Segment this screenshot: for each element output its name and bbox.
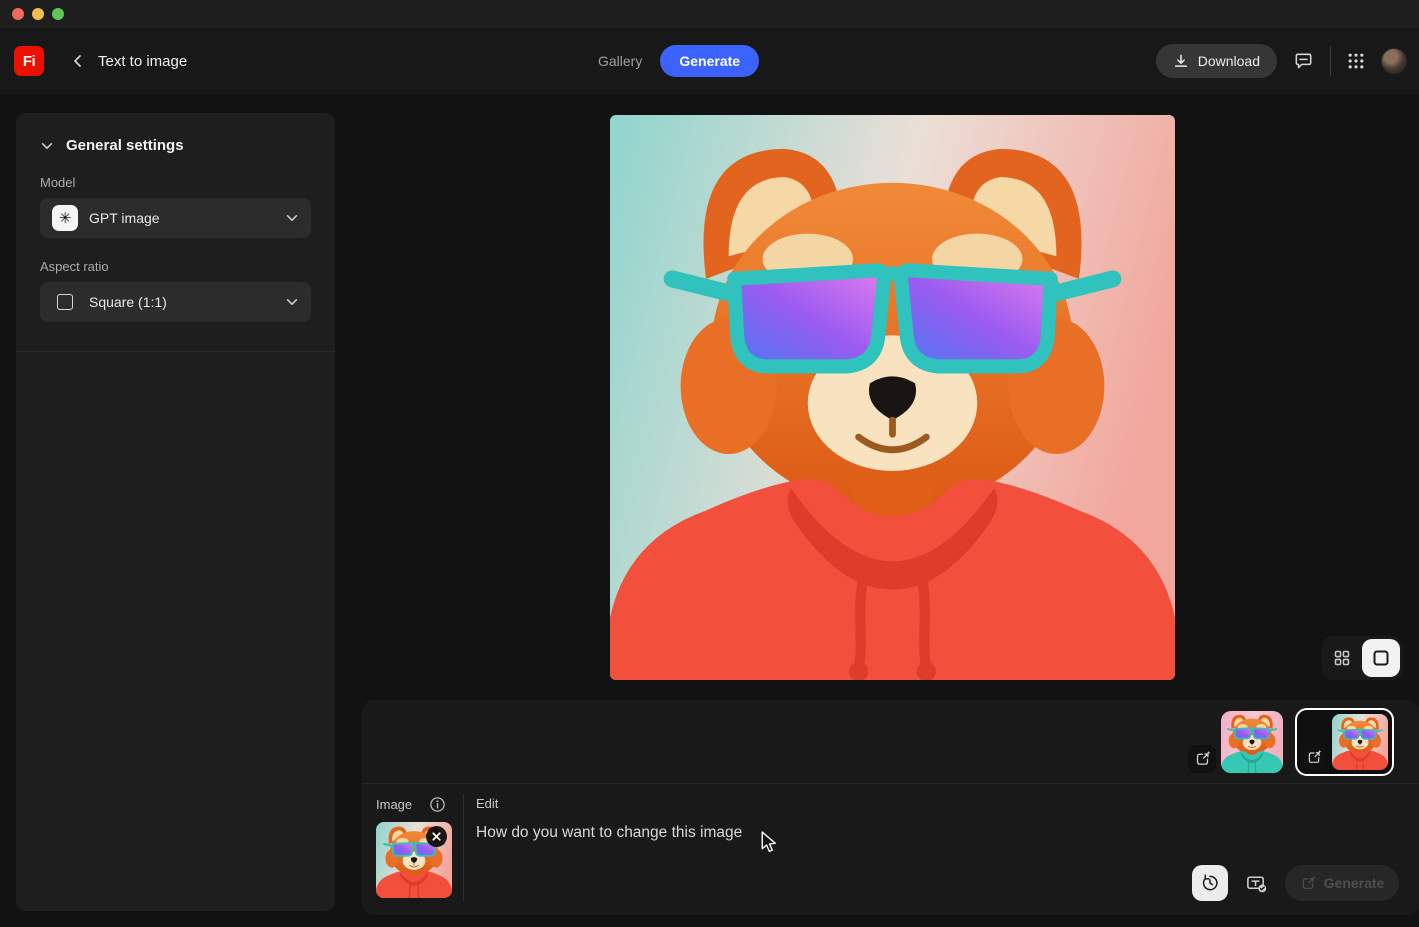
aspect-ratio-select[interactable]: Square (1:1) [40,282,311,322]
variant-thumbnail-1[interactable] [1221,711,1283,773]
speech-bubble-icon [1292,50,1315,73]
tab-gallery[interactable]: Gallery [598,53,642,69]
text-check-icon [1245,872,1268,895]
single-view-icon [1371,648,1391,668]
app-header: Fi Text to image Gallery Generate Downlo… [0,28,1419,94]
page-title: Text to image [98,53,187,70]
header-nav: Gallery Generate [598,28,759,94]
firefly-window: Fi Text to image Gallery Generate Downlo… [0,0,1419,927]
macos-titlebar [0,0,1419,28]
bottom-dock: Image [362,700,1419,915]
remove-image-button[interactable] [426,826,447,847]
minimize-window-button[interactable] [32,8,44,20]
prompt-edit-column: Edit How do you want to change this imag… [476,796,1405,848]
apps-grid-icon [1346,51,1366,71]
variant-item-1[interactable] [1188,711,1283,773]
header-actions: Download [1156,28,1407,94]
prompt-image-column: Image [376,796,456,898]
openai-logo-icon: ✳ [52,205,78,231]
prompt-actions: Generate [1192,865,1399,901]
model-label: Model [40,175,311,190]
chevron-down-icon [285,295,299,309]
download-button[interactable]: Download [1156,44,1277,78]
square-aspect-icon [57,294,73,310]
prompt-divider [463,794,464,901]
aspect-ratio-label: Aspect ratio [40,259,311,274]
back-button[interactable] [66,49,90,73]
x-icon [431,831,442,842]
generate-disabled-label: Generate [1324,875,1385,891]
chevron-down-icon [285,211,299,225]
history-clock-icon [1200,873,1220,893]
general-settings-title: General settings [66,137,184,154]
apps-menu-button[interactable] [1346,51,1366,71]
download-icon [1173,53,1189,69]
variant-strip [362,700,1419,783]
edit-label: Edit [476,796,1405,811]
header-divider [1330,46,1331,76]
variant-item-2-selected[interactable] [1295,708,1394,776]
zoom-window-button[interactable] [52,8,64,20]
aspect-ratio-value: Square (1:1) [89,294,274,310]
edit-variant-icon [1194,750,1211,767]
grid-view-icon [1333,649,1351,667]
prompt-bar: Image [362,784,1419,915]
chevron-left-icon [70,53,86,69]
settings-sidebar: General settings Model ✳ GPT image Aspec… [16,113,335,911]
history-button[interactable] [1192,865,1228,901]
close-window-button[interactable] [12,8,24,20]
download-label: Download [1198,53,1260,69]
single-view-button[interactable] [1362,639,1400,677]
generate-sparkle-icon [1300,875,1316,891]
grid-view-button[interactable] [1325,641,1359,675]
edit-variant-button[interactable] [1188,745,1216,773]
prompt-settings-button[interactable] [1245,872,1268,895]
variant-thumbnail-2[interactable] [1332,714,1388,770]
generated-image[interactable] [610,115,1175,680]
generate-button-disabled[interactable]: Generate [1285,865,1399,901]
feedback-button[interactable] [1292,50,1315,73]
chevron-down-icon [40,139,54,153]
edit-variant-button[interactable] [1301,744,1327,770]
sidebar-divider [16,351,335,352]
tab-generate-button[interactable]: Generate [660,45,759,77]
user-avatar[interactable] [1381,48,1407,74]
view-toggle-group [1322,636,1403,680]
general-settings-toggle[interactable]: General settings [40,137,311,154]
image-label: Image [376,797,412,812]
model-select[interactable]: ✳ GPT image [40,198,311,238]
info-icon[interactable] [429,796,446,813]
firefly-logo[interactable]: Fi [14,46,44,76]
model-value: GPT image [89,210,274,226]
edit-variant-icon [1306,749,1322,765]
prompt-input[interactable]: How do you want to change this image [476,824,1405,848]
